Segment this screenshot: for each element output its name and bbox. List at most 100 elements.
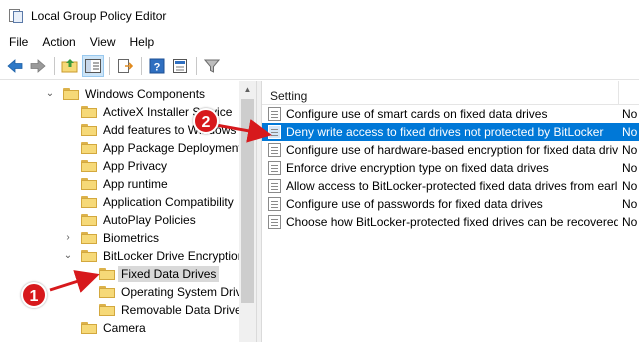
toolbar-separator: [109, 57, 110, 75]
scrollbar-thumb[interactable]: [241, 99, 254, 303]
list-item-state: No: [622, 125, 638, 139]
list-item[interactable]: Enforce drive encryption type on fixed d…: [262, 159, 639, 177]
list-item-state: No: [622, 179, 638, 193]
title-bar: Local Group Policy Editor: [0, 0, 639, 31]
list-item[interactable]: Configure use of hardware-based encrypti…: [262, 141, 639, 159]
list-item-name: Configure use of hardware-based encrypti…: [286, 143, 618, 157]
chevron-down-icon[interactable]: ⌄: [63, 251, 73, 261]
svg-text:?: ?: [154, 62, 161, 74]
tree-item-label: Application Compatibility: [103, 195, 234, 209]
folder-icon: [99, 268, 115, 280]
show-hide-tree-icon[interactable]: [82, 55, 104, 77]
policy-setting-icon: [268, 161, 281, 175]
tree-item-app-privacy[interactable]: App Privacy: [63, 157, 167, 175]
policy-setting-icon: [268, 215, 281, 229]
tree-item-removable-data-drives[interactable]: Removable Data Drives: [81, 301, 248, 319]
properties-icon[interactable]: [169, 55, 191, 77]
window-title: Local Group Policy Editor: [31, 8, 167, 23]
tree-item-autoplay-policies[interactable]: AutoPlay Policies: [63, 211, 196, 229]
export-list-icon[interactable]: [114, 55, 136, 77]
list-item-name: Enforce drive encryption type on fixed d…: [286, 161, 549, 175]
tree-item-label: App Privacy: [103, 159, 168, 173]
tree-item-biometrics[interactable]: › Biometrics: [63, 229, 159, 247]
list-item-selected[interactable]: Deny write access to fixed drives not pr…: [262, 123, 639, 141]
folder-icon: [81, 160, 97, 172]
annotation-badge-1: 1: [21, 282, 47, 308]
menu-file[interactable]: File: [0, 31, 35, 53]
list-item-name: Deny write access to fixed drives not pr…: [286, 125, 604, 139]
tree-item-application-compatibility[interactable]: Application Compatibility: [63, 193, 234, 211]
tree-item-operating-system-drives[interactable]: Operating System Drives: [81, 283, 254, 301]
menu-bar: File Action View Help: [0, 31, 639, 53]
up-folder-icon[interactable]: [59, 55, 81, 77]
folder-icon: [63, 88, 79, 100]
chevron-down-icon[interactable]: ⌄: [45, 89, 55, 99]
tree-item-label: App Package Deployment: [103, 141, 242, 155]
folder-icon: [99, 286, 115, 298]
toolbar-separator: [54, 57, 55, 75]
tree-item-label: Removable Data Drives: [121, 303, 248, 317]
policy-setting-icon: [268, 179, 281, 193]
toolbar-separator: [196, 57, 197, 75]
tree-item-label: AutoPlay Policies: [103, 213, 196, 227]
list-item-state: No: [622, 161, 638, 175]
tree-item-fixed-data-drives[interactable]: Fixed Data Drives: [81, 265, 220, 283]
chevron-right-icon[interactable]: ›: [63, 233, 73, 243]
folder-icon: [81, 142, 97, 154]
annotation-badge-2: 2: [193, 108, 219, 134]
policy-setting-icon: [268, 107, 281, 121]
folder-icon: [81, 106, 97, 118]
tree-item-bitlocker-drive-encryption[interactable]: ⌄ BitLocker Drive Encryption: [63, 247, 245, 265]
folder-icon: [81, 322, 97, 334]
menu-help[interactable]: Help: [123, 31, 162, 53]
list-item[interactable]: Allow access to BitLocker-protected fixe…: [262, 177, 639, 195]
policy-setting-icon: [268, 125, 281, 139]
policy-setting-icon: [268, 143, 281, 157]
list-item-state: No: [622, 107, 638, 121]
tree-item-label: Windows Components: [85, 87, 206, 101]
folder-icon: [99, 304, 115, 316]
list-item-name: Allow access to BitLocker-protected fixe…: [286, 179, 618, 193]
tree-item-camera[interactable]: Camera: [63, 319, 146, 337]
menu-view[interactable]: View: [83, 31, 123, 53]
tree-item-label: BitLocker Drive Encryption: [103, 249, 245, 263]
filter-icon[interactable]: [201, 55, 223, 77]
list-item-state: No: [622, 143, 638, 157]
scroll-up-arrow-icon[interactable]: ▲: [239, 81, 256, 98]
tree-item-app-package-deployment[interactable]: App Package Deployment: [63, 139, 242, 157]
settings-list-pane: Setting Configure use of smart cards on …: [262, 81, 639, 342]
list-item-name: Configure use of smart cards on fixed da…: [286, 107, 548, 121]
help-icon[interactable]: ?: [146, 55, 168, 77]
list-item-state: No: [622, 215, 638, 229]
column-header-setting[interactable]: Setting: [270, 89, 307, 103]
list-item[interactable]: Choose how BitLocker-protected fixed dri…: [262, 213, 639, 231]
folder-icon: [81, 214, 97, 226]
back-arrow-icon[interactable]: [4, 55, 26, 77]
tree-item-label: Operating System Drives: [121, 285, 255, 299]
folder-icon: [81, 232, 97, 244]
toolbar: ?: [0, 53, 639, 80]
folder-icon: [81, 124, 97, 136]
forward-arrow-icon[interactable]: [27, 55, 49, 77]
menu-action[interactable]: Action: [35, 31, 82, 53]
list-header: Setting: [262, 81, 639, 105]
list-item-name: Configure use of passwords for fixed dat…: [286, 197, 543, 211]
tree-item-label: Camera: [103, 321, 146, 335]
list-item-name: Choose how BitLocker-protected fixed dri…: [286, 215, 618, 229]
list-item[interactable]: Configure use of passwords for fixed dat…: [262, 195, 639, 213]
list-item[interactable]: Configure use of smart cards on fixed da…: [262, 105, 639, 123]
folder-icon: [81, 250, 97, 262]
column-divider[interactable]: [618, 81, 619, 105]
policy-setting-icon: [268, 197, 281, 211]
list-item-state: No: [622, 197, 638, 211]
tree-item-label: Biometrics: [103, 231, 160, 245]
tree-item-label: Add features to Windows 10: [103, 123, 254, 137]
tree-item-app-runtime[interactable]: App runtime: [63, 175, 168, 193]
toolbar-separator: [141, 57, 142, 75]
tree-item-label: App runtime: [103, 177, 168, 191]
group-policy-app-icon: [8, 8, 24, 24]
folder-icon: [81, 178, 97, 190]
tree-item-add-features[interactable]: Add features to Windows 10: [63, 121, 253, 139]
tree-item-windows-components[interactable]: ⌄ Windows Components: [45, 85, 205, 103]
tree-scrollbar[interactable]: ▲: [239, 81, 256, 342]
